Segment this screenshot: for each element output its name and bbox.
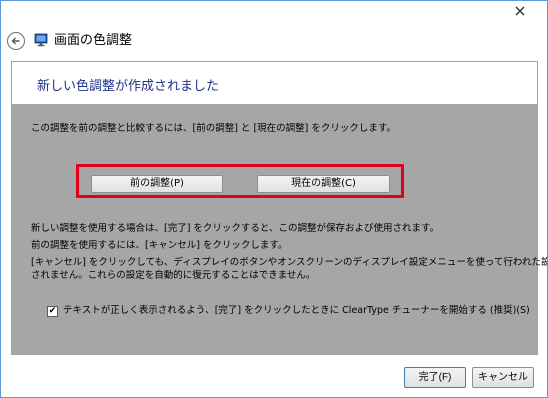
window-title: 画面の色調整	[54, 33, 133, 48]
content-header: 新しい色調整が作成されました	[11, 61, 538, 104]
close-icon	[515, 6, 525, 16]
info-text-finish: 新しい調整を使用する場合は、[完了] をクリックすると、この調整が保存および使用…	[31, 223, 440, 234]
previous-calibration-button[interactable]: 前の調整(P)	[91, 175, 223, 193]
back-arrow-icon	[11, 37, 20, 45]
cleartype-checkbox-label[interactable]: テキストが正しく表示されるよう、[完了] をクリックしたときに ClearTyp…	[63, 304, 530, 317]
compare-instruction: この調整を前の調整と比較するには、[前の調整] と [現在の調整] をクリックし…	[31, 123, 396, 134]
cancel-button[interactable]: キャンセル	[472, 367, 534, 388]
back-button[interactable]	[7, 32, 25, 50]
close-button[interactable]	[501, 1, 539, 21]
finish-button[interactable]: 完了(F)	[404, 367, 466, 388]
page-title: 新しい色調整が作成されました	[37, 79, 220, 94]
monitor-icon	[34, 33, 48, 47]
cleartype-checkbox[interactable]: ✔	[47, 306, 58, 317]
info-text-restore-1: [キャンセル] をクリックしても、ディスプレイのボタンやオンスクリーンのディスプ…	[31, 257, 548, 268]
content-panel: この調整を前の調整と比較するには、[前の調整] と [現在の調整] をクリックし…	[11, 104, 547, 355]
color-calibration-window: 画面の色調整 新しい色調整が作成されました この調整を前の調整と比較するには、[…	[0, 0, 548, 398]
info-text-cancel: 前の調整を使用するには、[キャンセル] をクリックします。	[31, 240, 288, 251]
current-calibration-button[interactable]: 現在の調整(C)	[257, 175, 390, 193]
info-text-restore-2: されません。これらの設定を自動的に復元することはできません。	[31, 270, 316, 281]
